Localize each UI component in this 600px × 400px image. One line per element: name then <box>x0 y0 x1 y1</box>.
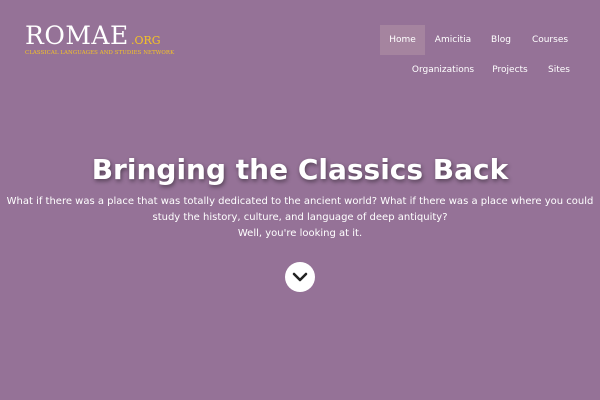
chevron-down-icon <box>292 272 308 282</box>
nav-item-projects[interactable]: Projects <box>488 55 532 85</box>
hero-text-line-2: study the history, culture, and language… <box>152 212 448 223</box>
hero-text-line-1: What if there was a place that was total… <box>6 196 594 207</box>
logo-suffix: .ORG <box>131 34 161 47</box>
hero-title: Bringing the Classics Back <box>91 153 509 186</box>
logo-name: ROMAE <box>25 21 129 50</box>
hero-text-line-3: Well, you're looking at it. <box>237 228 363 239</box>
logo-tagline: CLASSICAL LANGUAGES AND STUDIES NETWORK <box>25 50 175 56</box>
nav-item-organizations[interactable]: Organizations <box>408 55 478 85</box>
site-logo[interactable]: ROMAE .ORG CLASSICAL LANGUAGES AND STUDI… <box>25 22 175 62</box>
scroll-down-button[interactable] <box>285 262 315 292</box>
nav-item-courses[interactable]: Courses <box>526 25 574 55</box>
nav-item-blog[interactable]: Blog <box>483 25 519 55</box>
nav-item-sites[interactable]: Sites <box>542 55 576 85</box>
nav-item-home[interactable]: Home <box>380 25 425 55</box>
nav-item-amicitia[interactable]: Amicitia <box>430 25 476 55</box>
